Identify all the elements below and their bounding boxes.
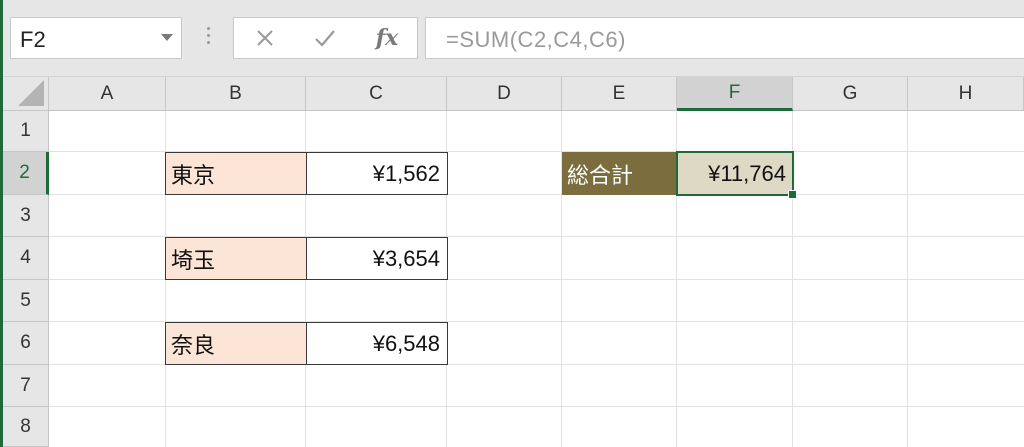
check-icon	[315, 30, 335, 47]
cell-c6[interactable]: ¥6,548	[306, 322, 448, 365]
cell-c4[interactable]: ¥3,654	[306, 237, 448, 280]
column-header-f[interactable]: F	[677, 77, 793, 111]
row-header-2[interactable]: 2	[3, 152, 49, 195]
cell-b4[interactable]: 埼玉	[165, 237, 307, 280]
column-header-g[interactable]: G	[793, 77, 908, 111]
drag-handle-icon[interactable]	[201, 27, 215, 51]
column-header-c[interactable]: C	[306, 77, 447, 111]
formula-bar-area: F2 fx =SUM(C2,C4,C6)	[0, 0, 1024, 77]
row-header-6[interactable]: 6	[3, 322, 49, 365]
cell-f2-selected[interactable]: ¥11,764	[676, 151, 794, 196]
column-header-a[interactable]: A	[49, 77, 166, 111]
formula-input[interactable]: =SUM(C2,C4,C6)	[425, 17, 1024, 59]
column-header-h[interactable]: H	[908, 77, 1024, 111]
row-header-3[interactable]: 3	[3, 195, 49, 237]
fx-icon: fx	[375, 25, 399, 51]
select-all-button[interactable]	[3, 77, 49, 111]
fill-handle[interactable]	[788, 190, 797, 199]
enter-button[interactable]	[304, 18, 346, 58]
name-box[interactable]: F2	[10, 17, 182, 59]
column-header-b[interactable]: B	[166, 77, 306, 111]
cell-e2[interactable]: 総合計	[562, 152, 677, 195]
formula-buttons: fx	[233, 17, 418, 59]
select-all-icon	[18, 80, 44, 106]
row-header-8[interactable]: 8	[3, 407, 49, 447]
cell-c2[interactable]: ¥1,562	[306, 152, 448, 195]
close-icon	[257, 30, 273, 46]
row-header-7[interactable]: 7	[3, 365, 49, 407]
insert-function-button[interactable]: fx	[366, 18, 408, 58]
formula-text: =SUM(C2,C4,C6)	[446, 27, 626, 52]
cancel-button[interactable]	[244, 18, 286, 58]
gridline	[49, 406, 1024, 407]
name-box-value: F2	[20, 27, 46, 52]
row-header-1[interactable]: 1	[3, 111, 49, 152]
row-header-5[interactable]: 5	[3, 280, 49, 322]
column-header-e[interactable]: E	[562, 77, 677, 111]
cell-b6[interactable]: 奈良	[165, 322, 307, 365]
chevron-down-icon[interactable]	[161, 34, 173, 41]
window-edge	[0, 0, 3, 447]
cell-b2[interactable]: 東京	[165, 152, 307, 195]
row-header-4[interactable]: 4	[3, 237, 49, 280]
column-header-d[interactable]: D	[447, 77, 562, 111]
